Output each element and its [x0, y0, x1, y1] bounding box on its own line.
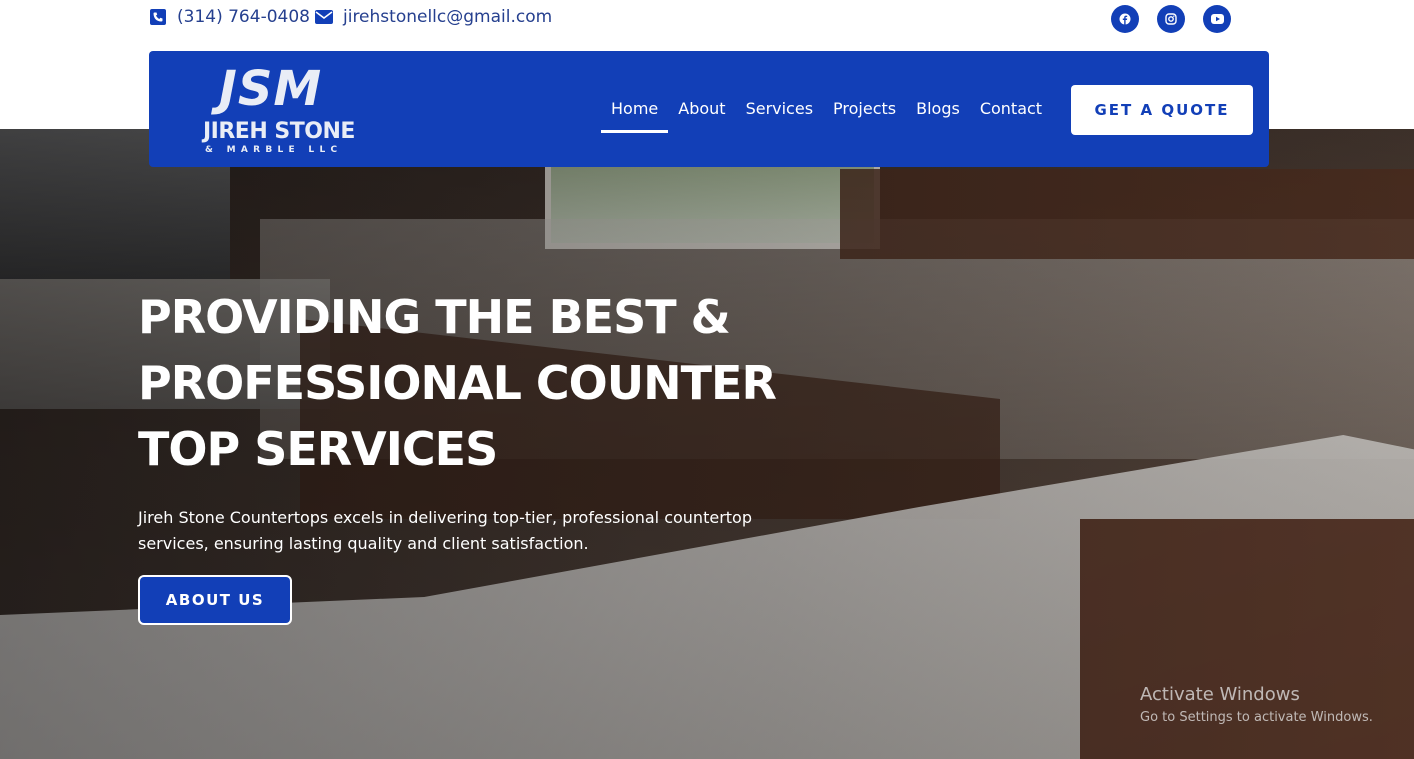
envelope-icon	[315, 8, 333, 26]
logo-name: JIREH STONE	[203, 119, 355, 144]
phone-number[interactable]: (314) 764-0408	[177, 7, 310, 27]
nav-blogs[interactable]: Blogs	[906, 99, 970, 133]
about-us-button[interactable]: ABOUT US	[138, 575, 292, 625]
youtube-icon[interactable]	[1203, 5, 1231, 33]
windows-activation-watermark: Activate Windows Go to Settings to activ…	[1140, 684, 1373, 730]
logo-mark: JSM	[219, 61, 323, 117]
nav-projects[interactable]: Projects	[823, 99, 906, 133]
hero-title-line: TOP SERVICES	[138, 422, 498, 476]
logo-subtitle: & MARBLE LLC	[205, 145, 343, 155]
nav-home[interactable]: Home	[601, 99, 669, 133]
get-a-quote-button[interactable]: GET A QUOTE	[1071, 85, 1253, 135]
site-logo[interactable]: JSM JIREH STONE & MARBLE LLC	[201, 63, 361, 157]
watermark-subtitle: Go to Settings to activate Windows.	[1140, 710, 1373, 725]
phone-contact[interactable]: (314) 764-0408	[149, 7, 310, 27]
site-header: JSM JIREH STONE & MARBLE LLC Home About …	[149, 51, 1269, 167]
nav-services[interactable]: Services	[736, 99, 823, 133]
email-contact[interactable]: jirehstonellc@gmail.com	[315, 7, 552, 27]
email-address[interactable]: jirehstonellc@gmail.com	[343, 7, 552, 27]
hero-title-line: PROFESSIONAL COUNTER	[138, 356, 777, 410]
top-contact-bar: (314) 764-0408 jirehstonellc@gmail.com	[0, 0, 1414, 36]
main-nav: Home About Services Projects Blogs Conta…	[601, 99, 1052, 133]
nav-about[interactable]: About	[668, 99, 735, 133]
phone-icon	[149, 8, 167, 26]
facebook-icon[interactable]	[1111, 5, 1139, 33]
watermark-title: Activate Windows	[1140, 684, 1300, 705]
nav-contact[interactable]: Contact	[970, 99, 1052, 133]
hero-title: PROVIDING THE BEST & PROFESSIONAL COUNTE…	[138, 284, 798, 482]
hero-title-line: PROVIDING THE BEST &	[138, 290, 731, 344]
instagram-icon[interactable]	[1157, 5, 1185, 33]
social-links	[1111, 5, 1231, 33]
hero-description: Jireh Stone Countertops excels in delive…	[138, 508, 752, 553]
